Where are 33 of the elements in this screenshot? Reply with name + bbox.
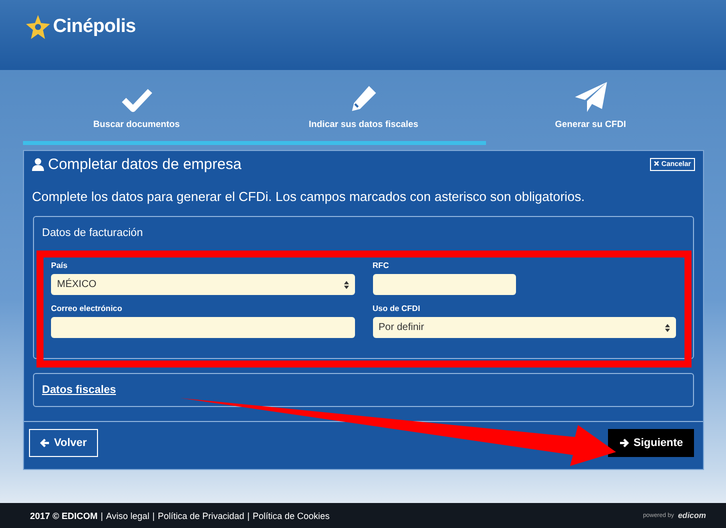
next-button[interactable]: Siguiente: [608, 429, 694, 457]
arrow-left-icon: [40, 438, 50, 448]
input-field[interactable]: [51, 317, 354, 338]
select-field[interactable]: MÉXICO: [51, 274, 354, 295]
footer-link[interactable]: Política de Cookies: [252, 510, 330, 520]
arrow-right-icon: [619, 438, 630, 448]
close-icon: [654, 161, 660, 166]
input-field[interactable]: [372, 274, 516, 295]
field-label: RFC: [372, 261, 390, 270]
footer-link[interactable]: Aviso legal: [106, 510, 150, 520]
separator: |: [100, 510, 103, 520]
step-label: Indicar sus datos fiscales: [308, 119, 418, 129]
star-logo-icon: [25, 14, 51, 40]
footer-link[interactable]: Política de Privacidad: [158, 510, 244, 520]
field-label: Uso de CFDI: [372, 304, 422, 313]
edicom-logo: edicom: [678, 511, 706, 520]
intro-text: Complete los datos para generar el CFDi. Los campos marcados con asterisco son obligatorios.: [32, 189, 586, 204]
panel-title-text: Completar datos de empresa: [48, 156, 242, 173]
section-link[interactable]: Datos fiscales: [34, 374, 693, 406]
section-title: Datos de facturación: [41, 226, 144, 241]
step-label: Buscar documentos: [93, 119, 180, 129]
step-label: Generar su CFDI: [554, 119, 626, 129]
copyright-text: 2017 © EDICOM: [30, 510, 98, 520]
field-label: Correo electrónico: [51, 304, 124, 313]
select-field[interactable]: Por definir: [372, 317, 676, 338]
sort-arrows-icon: [344, 280, 348, 288]
logo-text: Cinépolis: [53, 16, 136, 38]
sort-arrows-icon: [665, 324, 670, 332]
separator: |: [247, 510, 250, 520]
separator: |: [152, 510, 155, 520]
user-icon: [32, 158, 44, 171]
back-button[interactable]: Volver: [29, 429, 98, 457]
field-label: País: [51, 261, 68, 270]
